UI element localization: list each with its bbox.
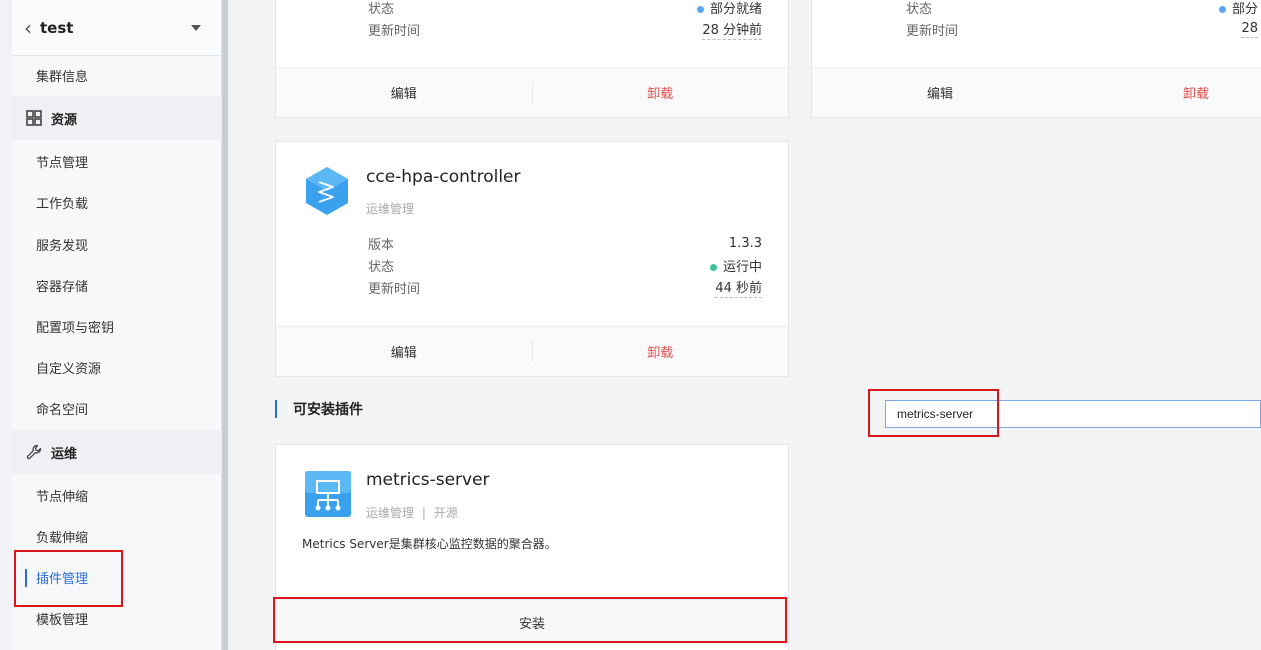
plugin-category: 运维管理 [366,202,415,216]
updated-label: 更新时间 [368,23,421,39]
edit-button[interactable]: 编辑 [276,68,532,117]
plugin-license: 开源 [433,506,458,520]
sidebar-item-label: 节点管理 [36,156,89,171]
main-content: 状态 部分就绪 更新时间 28 分钟前 编辑 卸载 状态 部分 更新时间 28 编辑 卸… [228,0,1261,650]
status-value: 部分就绪 [709,1,762,17]
status-dot [709,263,717,271]
sidebar-item-nodes[interactable]: 节点管理 [12,141,222,182]
grid-icon [26,110,42,126]
section-title-text: 可安装插件 [293,402,363,418]
left-edge-strip [0,0,12,650]
version-value: 1.3.3 [728,235,762,251]
plugin-category: 运维管理 [366,506,415,520]
sidebar-group-label: 资源 [51,112,78,128]
status-dot [696,5,704,13]
sidebar-item-addons[interactable]: 插件管理 [12,557,222,598]
uninstall-button[interactable]: 卸载 [1068,68,1261,117]
status-value: 部分 [1231,1,1258,17]
plugin-tags: 运维管理 | 开源 [366,504,458,521]
plugin-name: metrics-server [366,470,490,490]
cluster-selector[interactable]: ‹ test [12,0,221,56]
sidebar-item-node-scaling[interactable]: 节点伸缩 [12,475,222,516]
status-value: 运行中 [722,259,762,275]
updated-label: 更新时间 [906,23,959,39]
sidebar-item-label: 集群信息 [36,70,89,85]
sidebar-item-workloads[interactable]: 工作负载 [12,182,222,223]
tag-separator: | [421,506,426,520]
version-label: 版本 [368,237,395,253]
edit-button[interactable]: 编辑 [812,68,1068,117]
sidebar-item-services[interactable]: 服务发现 [12,224,222,265]
metrics-server-icon [305,471,351,517]
plugin-name: cce-hpa-controller [366,167,521,187]
card-footer: 编辑 卸载 [276,67,788,117]
sidebar-item-label: 容器存储 [36,280,89,295]
sidebar-item-label: 节点伸缩 [36,490,89,505]
installable-addon-card-metrics-server: metrics-server 运维管理 | 开源 Metrics Server是… [275,444,789,650]
sidebar-item-label: 命名空间 [36,403,89,418]
uninstall-button[interactable]: 卸载 [533,68,789,117]
sidebar-item-label: 自定义资源 [36,362,102,377]
sidebar-group-label: 运维 [51,446,78,462]
sidebar-item-label: 服务发现 [36,239,89,254]
plugin-description: Metrics Server是集群核心监控数据的聚合器。 [302,537,557,551]
sidebar-item-namespaces[interactable]: 命名空间 [12,388,222,429]
installed-addon-card: 状态 部分就绪 更新时间 28 分钟前 编辑 卸载 [275,0,789,118]
sidebar-item-label: 模板管理 [36,613,89,628]
sidebar-item-label: 工作负载 [36,197,89,212]
updated-label: 更新时间 [368,281,421,297]
back-chevron-icon[interactable]: ‹ [24,18,32,38]
sidebar-item-templates[interactable]: 模板管理 [12,598,222,639]
uninstall-button[interactable]: 卸载 [533,327,789,376]
wrench-icon [26,444,42,460]
installable-section-title: 可安装插件 [275,399,363,419]
card-footer: 编辑 卸载 [276,326,788,376]
sidebar-group-ops[interactable]: 运维 [12,430,222,474]
updated-value: 28 分钟前 [702,19,762,40]
sidebar-item-label: 配置项与密钥 [36,321,115,336]
status-label: 状态 [368,259,395,275]
status-label: 状态 [906,1,933,17]
sidebar-item-configmaps[interactable]: 配置项与密钥 [12,306,222,347]
addon-search-input[interactable] [885,400,1261,428]
sidebar-item-label: 负载伸缩 [36,531,89,546]
edit-button[interactable]: 编辑 [276,327,532,376]
sidebar-item-cluster-info[interactable]: 集群信息 [12,55,222,96]
section-accent-bar [275,400,277,418]
cluster-name: test [40,18,74,37]
installed-addon-card: 状态 部分 更新时间 28 编辑 卸载 [811,0,1261,118]
status-label: 状态 [368,1,395,17]
updated-value: 44 秒前 [715,277,762,298]
caret-down-icon[interactable] [191,24,201,31]
hpa-plugin-icon [306,167,348,215]
sidebar-item-custom-resources[interactable]: 自定义资源 [12,347,222,388]
sidebar-item-label: 插件管理 [36,572,89,587]
sidebar-group-resources[interactable]: 资源 [12,96,222,140]
updated-value: 28 [1241,20,1258,38]
installed-addon-card-hpa: cce-hpa-controller 运维管理 版本 1.3.3 状态 运行中 更新… [275,141,789,377]
card-footer: 编辑 卸载 [812,67,1261,117]
sidebar: ‹ test 集群信息 资源 节点管理 工作负载 服务发现 容器存储 配置项与密… [12,0,222,650]
sidebar-item-storage[interactable]: 容器存储 [12,265,222,306]
status-dot [1218,5,1226,13]
install-button[interactable]: 安装 [276,599,788,645]
sidebar-item-workload-scaling[interactable]: 负载伸缩 [12,516,222,557]
